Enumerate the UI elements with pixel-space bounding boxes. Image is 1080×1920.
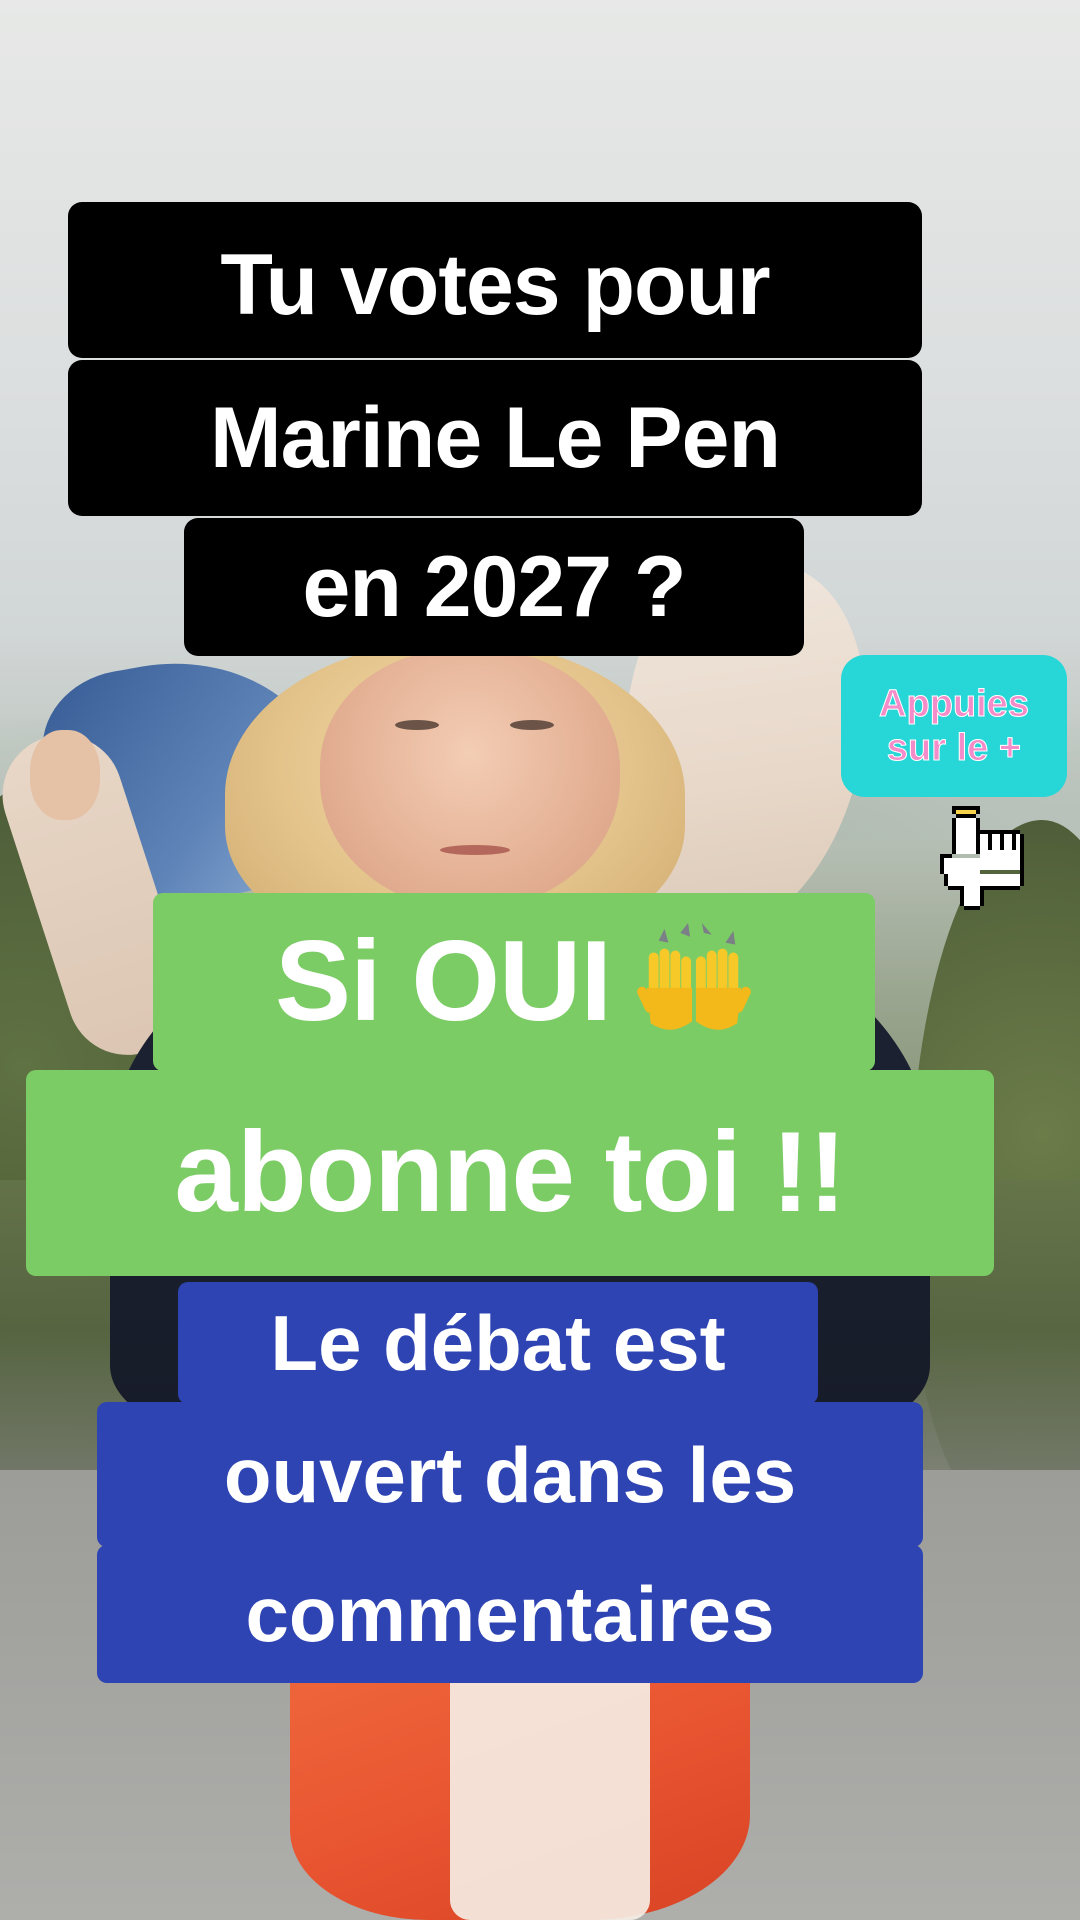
headline-text-1: Tu votes pour — [220, 237, 770, 333]
eye-left — [395, 720, 439, 730]
eye-right — [510, 720, 554, 730]
hand — [30, 730, 100, 820]
face — [320, 650, 620, 910]
debate-line-2: ouvert dans les — [97, 1402, 923, 1547]
debate-text-3: commentaires — [245, 1570, 775, 1658]
tap-plus-sticker: Appuies sur le + — [841, 655, 1067, 797]
headline-line-2: Marine Le Pen — [68, 360, 922, 516]
cta-line-1: Si OUI — [153, 893, 875, 1071]
cta-text-2: abonne toi !! — [174, 1109, 847, 1236]
headline-text-2: Marine Le Pen — [209, 390, 781, 486]
debate-line-3: commentaires — [97, 1545, 923, 1683]
debate-line-1: Le débat est — [178, 1282, 818, 1404]
raised-hands-icon — [637, 923, 751, 1030]
pointing-hand-cursor-icon — [940, 806, 1024, 910]
mouth — [440, 845, 510, 855]
headline-line-1: Tu votes pour — [68, 202, 922, 358]
cta-text-1: Si OUI — [274, 918, 612, 1045]
debate-text-2: ouvert dans les — [223, 1430, 797, 1519]
headline-text-3: en 2027 ? — [302, 539, 687, 635]
debate-text-1: Le débat est — [270, 1299, 726, 1387]
headline-line-3: en 2027 ? — [184, 518, 804, 656]
cta-line-2: abonne toi !! — [26, 1070, 994, 1276]
sticker-line-2: sur le + — [886, 727, 1022, 769]
sticker-line-1: Appuies — [879, 682, 1030, 725]
